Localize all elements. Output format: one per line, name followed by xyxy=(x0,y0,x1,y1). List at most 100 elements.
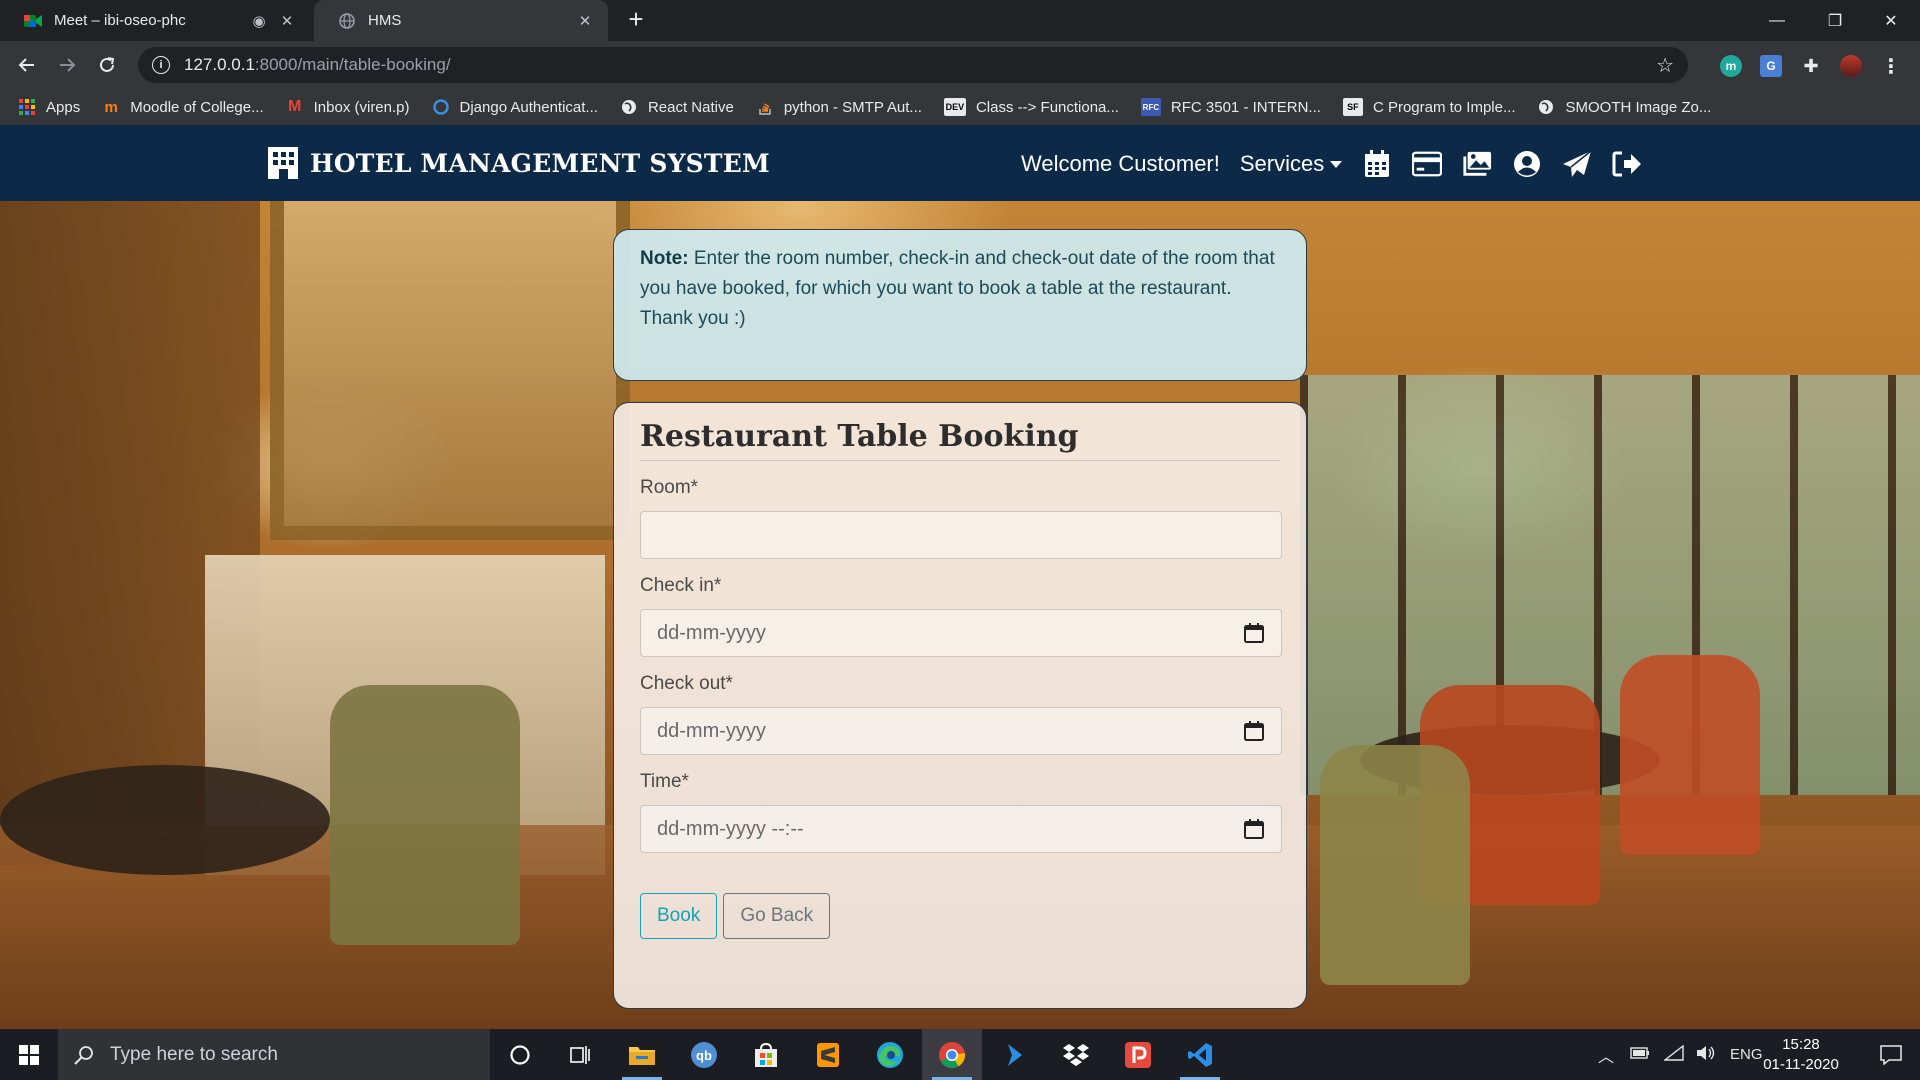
stackoverflow-icon xyxy=(756,98,774,116)
bookmark-django[interactable]: Django Authenticat... xyxy=(432,98,598,116)
navbar-right: Welcome Customer! Services xyxy=(1021,147,1662,181)
time-label: Time* xyxy=(640,771,689,792)
app-navbar: HOTEL MANAGEMENT SYSTEM Welcome Customer… xyxy=(0,125,1920,201)
search-icon xyxy=(74,1045,93,1065)
go-back-button[interactable]: Go Back xyxy=(723,893,831,939)
notifications-icon[interactable] xyxy=(1862,1029,1920,1080)
services-dropdown[interactable]: Services xyxy=(1240,151,1343,177)
bookmark-smooth-image[interactable]: SMOOTH Image Zo... xyxy=(1537,98,1711,116)
calendar-picker-icon[interactable] xyxy=(1243,720,1265,742)
forward-arrow-icon[interactable] xyxy=(52,50,82,80)
window-panes xyxy=(1300,375,1920,795)
wifi-icon[interactable] xyxy=(1662,1044,1684,1065)
bookmark-stackoverflow[interactable]: python - SMTP Aut... xyxy=(756,98,922,116)
moodle-icon: m xyxy=(104,98,118,116)
calendar-icon[interactable] xyxy=(1362,149,1392,179)
clock-date: 01-11-2020 xyxy=(1763,1056,1839,1073)
close-tab-icon[interactable]: ✕ xyxy=(278,12,296,30)
django-icon xyxy=(432,98,450,116)
hotel-building-icon xyxy=(268,147,298,179)
brand-link[interactable]: HOTEL MANAGEMENT SYSTEM xyxy=(266,147,770,179)
sublime-text-icon[interactable] xyxy=(798,1029,858,1080)
windows-taskbar: Type here to search qb ︿ ENG 15:28 01-11… xyxy=(0,1029,1920,1080)
bookmark-moodle[interactable]: m Moodle of College... xyxy=(102,98,264,116)
page-viewport: HOTEL MANAGEMENT SYSTEM Welcome Customer… xyxy=(0,125,1920,1029)
taskbar-search-box[interactable]: Type here to search xyxy=(58,1029,490,1080)
qbittorrent-icon[interactable]: qb xyxy=(674,1029,734,1080)
chevron-up-icon[interactable]: ︿ xyxy=(1598,1043,1614,1067)
bookmark-dev[interactable]: DEV Class --> Functiona... xyxy=(943,98,1119,116)
bookmark-apps[interactable]: Apps xyxy=(18,98,80,116)
windows-start-icon[interactable] xyxy=(0,1029,58,1080)
user-circle-icon[interactable] xyxy=(1512,149,1542,179)
edge-icon[interactable] xyxy=(860,1029,920,1080)
reload-icon[interactable] xyxy=(92,50,122,80)
file-explorer-icon[interactable] xyxy=(612,1029,672,1080)
bookmark-label: React Native xyxy=(647,98,734,116)
images-icon[interactable] xyxy=(1462,149,1492,179)
credit-card-icon[interactable] xyxy=(1412,149,1443,179)
bookmark-react-native[interactable]: React Native xyxy=(620,98,734,116)
room-input[interactable] xyxy=(640,511,1282,559)
task-view-icon[interactable] xyxy=(550,1029,610,1080)
calendar-picker-icon[interactable] xyxy=(1243,818,1265,840)
chrome-menu-icon[interactable]: ⋮ xyxy=(1880,55,1902,78)
mirror xyxy=(270,180,630,540)
check-in-date-input[interactable]: dd-mm-yyyy xyxy=(640,609,1282,657)
bookmark-star-icon[interactable]: ☆ xyxy=(1656,53,1674,78)
site-info-icon[interactable]: i xyxy=(152,56,170,74)
bookmark-gmail[interactable]: M Inbox (viren.p) xyxy=(286,98,410,116)
browser-toolbar: i 127.0.0.1:8000/main/table-booking/ ☆ m… xyxy=(0,41,1920,89)
extensions-puzzle-icon[interactable]: ✚ xyxy=(1800,55,1822,77)
gmail-icon: M xyxy=(287,98,302,115)
restore-icon[interactable]: ❐ xyxy=(1806,0,1864,41)
paper-plane-icon[interactable] xyxy=(1562,149,1592,179)
calendar-picker-icon[interactable] xyxy=(1243,622,1265,644)
new-tab-button[interactable]: + xyxy=(622,6,650,34)
extension-m-icon[interactable]: m xyxy=(1720,55,1742,77)
pocket-casts-icon[interactable] xyxy=(1108,1029,1168,1080)
profile-avatar[interactable] xyxy=(1840,55,1862,77)
system-tray: ︿ ENG xyxy=(1598,1029,1763,1080)
note-label: Note: xyxy=(640,248,689,269)
book-button[interactable]: Book xyxy=(640,893,718,939)
dropbox-icon[interactable] xyxy=(1046,1029,1106,1080)
battery-icon[interactable] xyxy=(1630,1046,1650,1063)
check-out-date-input[interactable]: dd-mm-yyyy xyxy=(640,707,1282,755)
taskbar-clock[interactable]: 15:28 01-11-2020 xyxy=(1756,1035,1846,1075)
bookmark-sf[interactable]: SF C Program to Imple... xyxy=(1342,98,1516,116)
caret-down-icon xyxy=(1330,160,1343,168)
time-placeholder: dd-mm-yyyy --:-- xyxy=(657,817,804,840)
cortana-icon[interactable] xyxy=(490,1029,550,1080)
back-arrow-icon[interactable] xyxy=(12,50,42,80)
vscode-icon[interactable] xyxy=(1170,1029,1230,1080)
form-actions: Book Go Back xyxy=(640,893,1280,939)
sign-out-icon[interactable] xyxy=(1612,149,1642,179)
chrome-icon[interactable] xyxy=(922,1029,982,1080)
tab-meet[interactable]: Meet – ibi-oseo-phc ◉ ✕ xyxy=(0,0,310,41)
bookmark-label: C Program to Imple... xyxy=(1372,98,1516,116)
bookmark-label: Moodle of College... xyxy=(130,98,264,116)
google-translate-icon[interactable]: G xyxy=(1760,55,1782,77)
bookmark-label: RFC 3501 - INTERN... xyxy=(1170,98,1321,116)
address-bar[interactable]: i 127.0.0.1:8000/main/table-booking/ ☆ xyxy=(138,47,1688,83)
rfc-icon: RFC xyxy=(1140,98,1161,116)
close-window-icon[interactable]: ✕ xyxy=(1862,0,1920,41)
recording-icon: ◉ xyxy=(252,12,266,30)
minimize-icon[interactable]: — xyxy=(1748,0,1806,41)
tab-title: HMS xyxy=(368,12,402,29)
microsoft-store-icon[interactable] xyxy=(736,1029,796,1080)
tab-hms[interactable]: HMS ✕ xyxy=(314,0,608,41)
powershell-icon[interactable] xyxy=(984,1029,1044,1080)
url-path: :8000/main/table-booking/ xyxy=(254,55,451,74)
bookmark-rfc[interactable]: RFC RFC 3501 - INTERN... xyxy=(1140,98,1321,116)
time-datetime-input[interactable]: dd-mm-yyyy --:-- xyxy=(640,805,1282,853)
bookmark-label: Class --> Functiona... xyxy=(975,98,1119,116)
dining-table xyxy=(0,765,330,875)
close-tab-icon[interactable]: ✕ xyxy=(576,12,594,30)
bookmarks-bar: Apps m Moodle of College... M Inbox (vir… xyxy=(0,89,1920,125)
brand-title: HOTEL MANAGEMENT SYSTEM xyxy=(310,148,770,178)
check-in-placeholder: dd-mm-yyyy xyxy=(657,621,766,644)
volume-icon[interactable] xyxy=(1696,1045,1716,1065)
sf-icon: SF xyxy=(1342,98,1363,116)
